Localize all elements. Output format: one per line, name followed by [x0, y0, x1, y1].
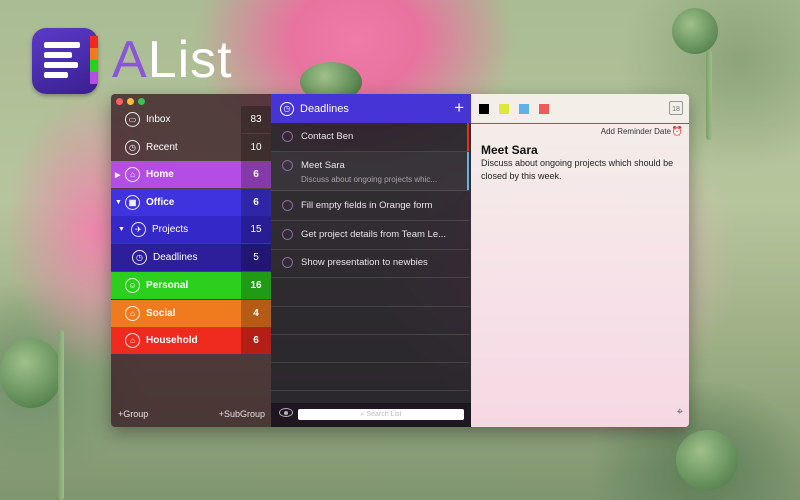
inbox-icon: ▭ [125, 112, 140, 127]
location-pin-icon[interactable]: ⌖ [677, 406, 683, 419]
empty-row [271, 362, 469, 391]
sidebar-item-projects[interactable]: ▼ ✈ Projects 15 [111, 216, 271, 243]
sidebar-item-office[interactable]: ▼ ▦ Office 6 [111, 189, 271, 216]
task-checkbox[interactable] [282, 131, 293, 142]
poppy-bud [676, 430, 738, 490]
note-title[interactable]: Meet Sara [481, 143, 538, 157]
clock-icon: ◷ [125, 140, 140, 155]
search-input[interactable]: ⌕ Search List [298, 409, 464, 420]
sidebar-item-label: Household [146, 335, 198, 346]
sidebar-item-count: 6 [241, 161, 271, 188]
add-group-button[interactable]: +Group [118, 409, 148, 419]
sidebar-item-label: Recent [146, 142, 178, 153]
task-title: Contact Ben [301, 131, 354, 142]
sidebar-item-count: 6 [241, 189, 271, 216]
task-item[interactable]: Fill empty fields in Orange form [271, 192, 469, 221]
sidebar-item-label: Projects [152, 224, 189, 235]
home-icon: ⌂ [125, 306, 140, 321]
clock-icon: ◷ [280, 101, 294, 116]
sidebar-item-personal[interactable]: ☺ Personal 16 [111, 272, 271, 299]
priority-marker [467, 152, 469, 190]
sidebar-item-label: Inbox [146, 114, 171, 125]
stem [58, 330, 64, 500]
empty-row [271, 334, 469, 363]
alarm-clock-icon: ⏰ [671, 126, 683, 136]
app-window: ▭ Inbox 83 ◷ Recent 10 ▶ ⌂ Home 6 ▼ ▦ Of… [111, 94, 689, 427]
toolbar-divider [471, 123, 689, 124]
sidebar-item-count: 83 [241, 106, 271, 133]
window-controls [116, 98, 145, 105]
add-subgroup-button[interactable]: +SubGroup [219, 409, 265, 419]
color-swatch-blue[interactable] [519, 104, 529, 114]
color-swatch-yellow[interactable] [499, 104, 509, 114]
task-checkbox[interactable] [282, 200, 293, 211]
home-icon: ⌂ [125, 333, 140, 348]
task-item[interactable]: Show presentation to newbies [271, 249, 469, 278]
rocket-icon: ✈ [131, 222, 146, 237]
app-logo [32, 28, 98, 94]
sidebar-item-count: 16 [241, 272, 271, 299]
empty-row [271, 306, 469, 335]
zoom-button[interactable] [138, 98, 145, 105]
add-task-button[interactable]: + [454, 98, 464, 118]
disclosure-triangle-icon[interactable]: ▼ [118, 226, 125, 233]
list-footer: ⌕ Search List [271, 403, 471, 427]
sidebar-item-label: Personal [146, 280, 189, 291]
clock-icon: ◷ [132, 250, 147, 265]
task-title: Fill empty fields in Orange form [301, 200, 433, 211]
sidebar: ▭ Inbox 83 ◷ Recent 10 ▶ ⌂ Home 6 ▼ ▦ Of… [111, 94, 271, 427]
office-icon: ▦ [125, 195, 140, 210]
disclosure-triangle-icon[interactable]: ▶ [115, 171, 120, 179]
task-title: Meet Sara [301, 160, 345, 171]
sidebar-item-count: 6 [241, 327, 271, 354]
task-title: Get project details from Team Le... [301, 229, 447, 240]
home-icon: ⌂ [125, 167, 140, 182]
sidebar-item-recent[interactable]: ◷ Recent 10 [111, 134, 271, 161]
detail-panel: 18 Add Reminder Date ⏰ Meet Sara Discuss… [471, 94, 689, 427]
task-item-selected[interactable]: Meet Sara Discuss about ongoing projects… [271, 152, 469, 191]
disclosure-triangle-icon[interactable]: ▼ [115, 199, 122, 206]
task-item[interactable]: Get project details from Team Le... [271, 221, 469, 250]
task-list-panel: ◷ Deadlines + Contact Ben Meet Sara Disc… [271, 94, 471, 427]
add-reminder-button[interactable]: Add Reminder Date [601, 127, 671, 136]
calendar-icon[interactable]: 18 [669, 101, 683, 115]
app-name: AList [112, 31, 233, 89]
sidebar-item-inbox[interactable]: ▭ Inbox 83 [111, 106, 271, 133]
sidebar-item-home[interactable]: ▶ ⌂ Home 6 [111, 161, 271, 188]
sidebar-item-label: Home [146, 169, 174, 180]
sidebar-item-household[interactable]: ⌂ Household 6 [111, 327, 271, 354]
color-swatch-black[interactable] [479, 104, 489, 114]
task-title: Show presentation to newbies [301, 257, 428, 268]
poppy-bud [0, 338, 62, 408]
task-subtitle: Discuss about ongoing projects whic... [301, 175, 438, 184]
list-header: ◷ Deadlines + [271, 94, 471, 123]
task-checkbox[interactable] [282, 257, 293, 268]
sidebar-item-label: Deadlines [153, 252, 198, 263]
priority-marker [467, 123, 469, 151]
sidebar-item-label: Office [146, 197, 175, 208]
empty-row [271, 278, 469, 307]
poppy-bud [672, 8, 718, 54]
sidebar-item-social[interactable]: ⌂ Social 4 [111, 300, 271, 327]
eye-pupil [284, 411, 288, 415]
sidebar-item-count: 5 [241, 244, 271, 271]
sidebar-item-label: Social [146, 308, 176, 319]
task-checkbox[interactable] [282, 229, 293, 240]
minimize-button[interactable] [127, 98, 134, 105]
color-swatch-red[interactable] [539, 104, 549, 114]
task-checkbox[interactable] [282, 160, 293, 171]
stem [706, 50, 712, 140]
person-icon: ☺ [125, 278, 140, 293]
sidebar-item-count: 4 [241, 300, 271, 327]
search-placeholder: Search List [366, 411, 402, 418]
sidebar-item-deadlines[interactable]: ◷ Deadlines 5 [111, 244, 271, 271]
close-button[interactable] [116, 98, 123, 105]
sidebar-item-count: 15 [241, 216, 271, 243]
task-item[interactable]: Contact Ben [271, 123, 469, 152]
note-body[interactable]: Discuss about ongoing projects which sho… [481, 157, 681, 182]
sidebar-item-count: 10 [241, 134, 271, 161]
list-title: Deadlines [300, 102, 349, 115]
